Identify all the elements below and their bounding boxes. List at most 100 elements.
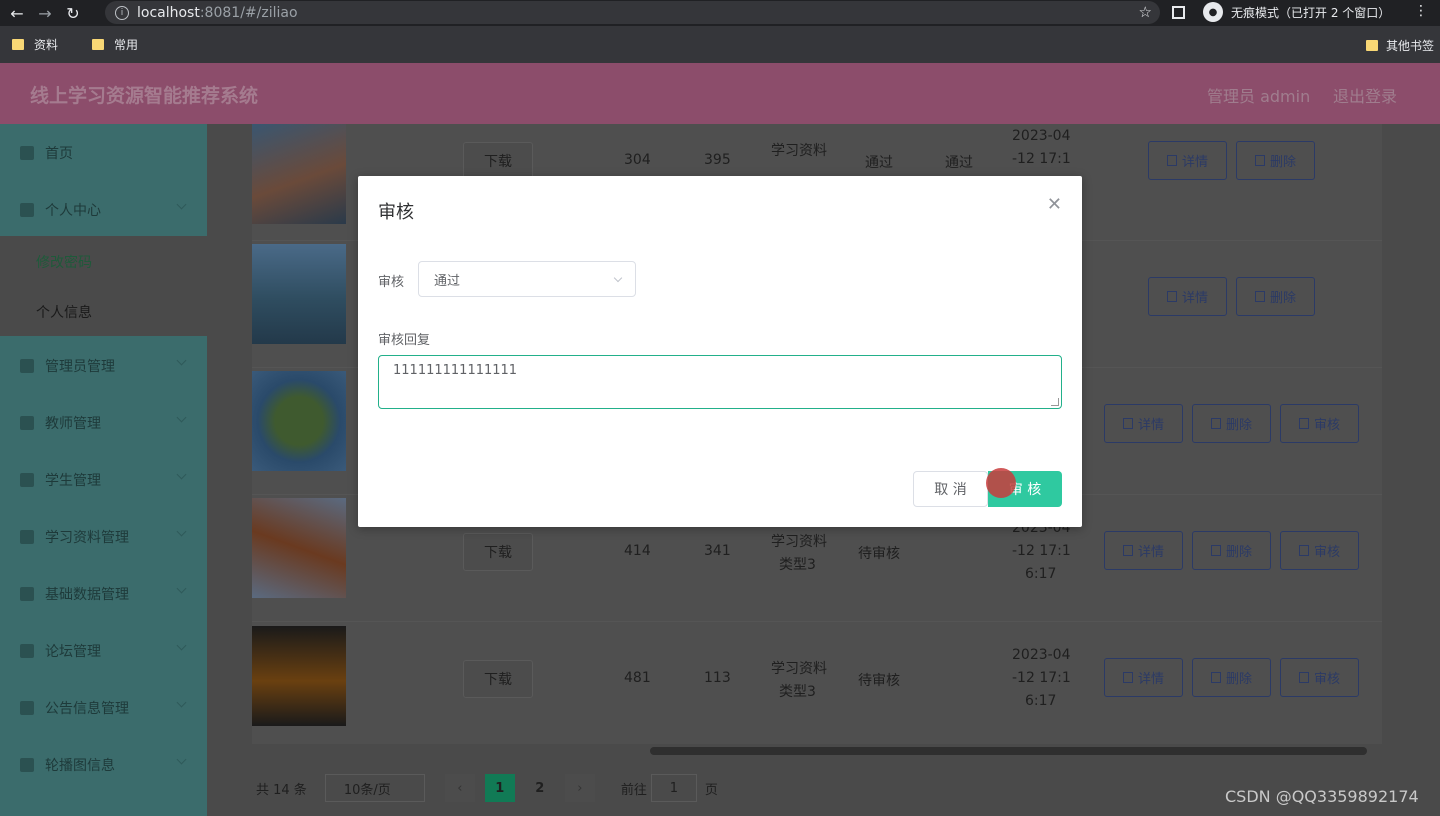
app-title: 线上学习资源智能推荐系统	[30, 85, 259, 107]
cell-value: 414	[624, 543, 651, 559]
reload-icon[interactable]: ↻	[62, 2, 84, 24]
address-bar[interactable]: i localhost:8081/#/ziliao ☆	[105, 1, 1160, 24]
scrollbar-thumb[interactable]	[650, 747, 1367, 755]
resource-thumbnail	[252, 626, 346, 726]
delete-button[interactable]: 删除	[1236, 141, 1315, 180]
chevron-down-icon	[176, 526, 187, 537]
sidebar-item-home[interactable]: 首页	[0, 124, 207, 181]
detail-button[interactable]: 详情	[1104, 404, 1183, 443]
delete-label: 删除	[1269, 291, 1296, 306]
sidebar-item-personal[interactable]: 个人中心	[0, 181, 207, 238]
detail-button[interactable]: 详情	[1104, 658, 1183, 697]
review-button[interactable]: 审核	[1280, 658, 1359, 697]
status-select[interactable]: 通过	[418, 261, 636, 297]
sidebar-item-change-password[interactable]: 修改密码	[36, 252, 92, 272]
delete-button[interactable]: 删除	[1192, 531, 1271, 570]
location-icon	[20, 472, 34, 487]
url-path: :8081/#/ziliao	[199, 4, 298, 21]
folder-icon	[92, 39, 105, 50]
sidebar-item-teacher[interactable]: 教师管理	[0, 394, 207, 451]
sidebar-item-profile[interactable]: 个人信息	[36, 302, 92, 322]
sidebar-item-materials[interactable]: 学习资料管理	[0, 508, 207, 565]
menu-kebab-icon[interactable]: ⋮	[1414, 3, 1428, 19]
detail-label: 详情	[1137, 545, 1164, 560]
sidebar-item-label: 教师管理	[45, 415, 101, 432]
sidepanel-icon[interactable]	[1172, 5, 1185, 19]
cell-date: 6:17	[1025, 693, 1057, 709]
cell-type: 类型3	[779, 684, 816, 700]
detail-label: 详情	[1181, 291, 1208, 306]
mic-icon	[20, 415, 34, 430]
app-header: 线上学习资源智能推荐系统 管理员 admin 退出登录	[0, 63, 1440, 124]
folder-icon	[1365, 40, 1378, 51]
other-bookmarks[interactable]: 其他书签	[1365, 37, 1434, 54]
cell-status: 通过	[865, 155, 893, 171]
reply-field-label: 审核回复	[378, 333, 431, 348]
prev-page-icon[interactable]: ‹	[444, 774, 475, 802]
sidebar-item-notice[interactable]: 公告信息管理	[0, 679, 207, 736]
delete-button[interactable]: 删除	[1236, 277, 1315, 316]
reply-textarea[interactable]: 111111111111111	[378, 355, 1062, 409]
sidebar-item-label: 管理员管理	[45, 358, 115, 375]
detail-button[interactable]: 详情	[1148, 277, 1227, 316]
phone-icon	[20, 586, 34, 601]
sidebar-item-carousel[interactable]: 轮播图信息	[0, 736, 207, 793]
cell-status: 通过	[945, 155, 973, 171]
info-icon[interactable]: i	[115, 5, 129, 20]
back-icon[interactable]: ←	[6, 2, 28, 24]
cell-date: -12 17:1	[1012, 670, 1071, 686]
review-button[interactable]: 审核	[1280, 531, 1359, 570]
sidebar-item-label: 首页	[45, 145, 73, 162]
next-page-icon[interactable]: ›	[564, 774, 595, 802]
page-size-select[interactable]: 10条/页	[324, 774, 425, 802]
bookmark-star-icon[interactable]: ☆	[1139, 3, 1152, 21]
goto-page-input[interactable]: 1	[650, 774, 697, 802]
chevron-down-icon	[176, 469, 187, 480]
review-button[interactable]: 审核	[1280, 404, 1359, 443]
delete-label: 删除	[1225, 672, 1252, 687]
chevron-down-icon	[176, 355, 187, 366]
logout-link[interactable]: 退出登录	[1333, 83, 1397, 107]
sidebar-item-forum[interactable]: 论坛管理	[0, 622, 207, 679]
resource-thumbnail	[252, 371, 346, 471]
folder-icon	[12, 39, 24, 50]
detail-button[interactable]: 详情	[1148, 141, 1227, 180]
delete-button[interactable]: 删除	[1192, 404, 1271, 443]
bookmark-folder[interactable]: 资料	[12, 36, 58, 53]
resource-thumbnail	[252, 124, 346, 224]
download-button[interactable]: 下载	[463, 142, 533, 180]
detail-label: 详情	[1137, 418, 1164, 433]
sidebar-item-label: 基础数据管理	[45, 586, 129, 603]
detail-button[interactable]: 详情	[1104, 531, 1183, 570]
bookmark-folder[interactable]: 常用	[92, 36, 138, 53]
sidebar-item-label: 个人中心	[45, 202, 101, 219]
personal-submenu: 修改密码 个人信息	[0, 236, 207, 336]
incognito-icon: ●	[1203, 2, 1223, 22]
resize-handle-icon[interactable]	[1051, 398, 1059, 406]
sidebar-item-admin[interactable]: 管理员管理	[0, 337, 207, 394]
delete-button[interactable]: 删除	[1192, 658, 1271, 697]
horizontal-scrollbar[interactable]	[252, 744, 1382, 758]
home-icon	[20, 145, 34, 160]
page-1[interactable]: 1	[484, 774, 515, 802]
resource-thumbnail	[252, 244, 346, 344]
browser-toolbar: ← → ↻ i localhost:8081/#/ziliao ☆ ● 无痕模式…	[0, 0, 1440, 26]
cursor-indicator-icon	[986, 468, 1016, 498]
trash-icon	[1210, 672, 1221, 683]
cell-value: 304	[624, 152, 651, 168]
page-2[interactable]: 2	[525, 774, 555, 802]
incognito-indicator[interactable]: ● 无痕模式（已打开 2 个窗口）	[1172, 2, 1390, 22]
sidebar-item-student[interactable]: 学生管理	[0, 451, 207, 508]
bookmark-label: 资料	[34, 38, 59, 52]
close-icon[interactable]: ✕	[1047, 194, 1062, 215]
delete-label: 删除	[1225, 545, 1252, 560]
watermark: CSDN @QQ3359892174	[1225, 787, 1419, 806]
resource-thumbnail	[252, 498, 346, 598]
sidebar-item-basedata[interactable]: 基础数据管理	[0, 565, 207, 622]
forward-icon[interactable]: →	[34, 2, 56, 24]
download-button[interactable]: 下载	[463, 533, 533, 571]
status-select-value: 通过	[434, 273, 461, 289]
download-button[interactable]: 下载	[463, 660, 533, 698]
cancel-button[interactable]: 取 消	[913, 471, 988, 507]
incognito-label: 无痕模式（已打开 2 个窗口）	[1231, 5, 1391, 20]
